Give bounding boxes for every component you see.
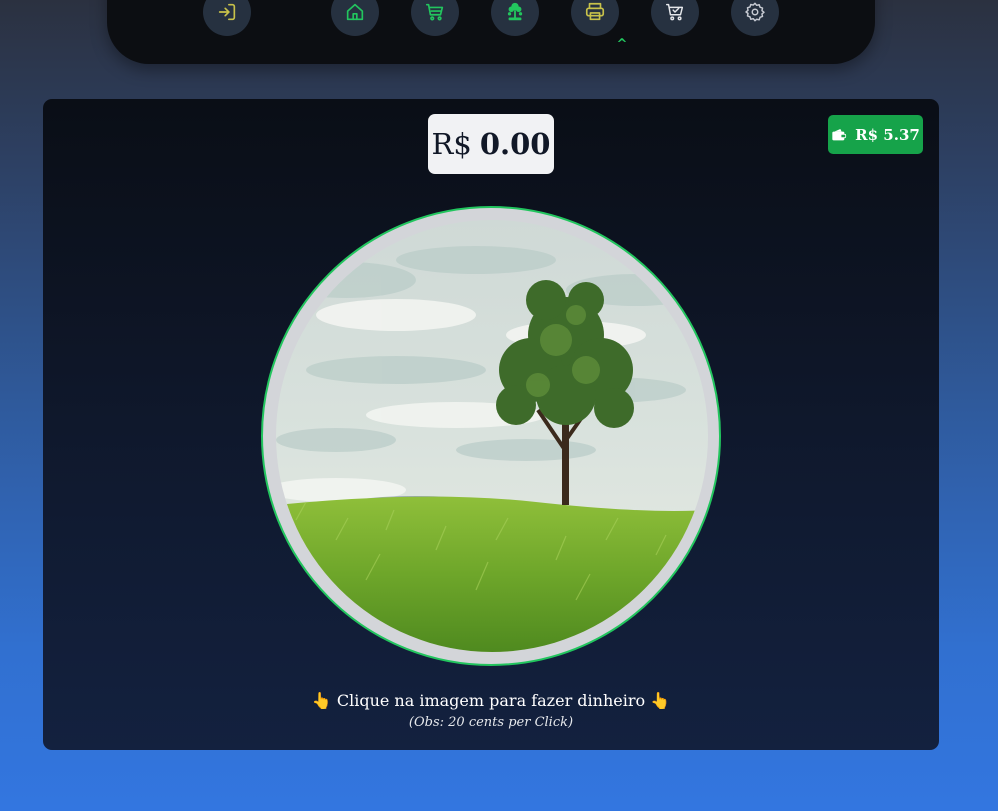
money-tree-icon [507,2,523,21]
cart-button[interactable] [411,0,459,36]
balance-value: 0.00 [479,127,551,161]
tree-landscape-image [276,220,708,652]
active-indicator: ^ [616,37,628,52]
click-rate-note: (Obs: 20 cents per Click) [408,715,574,730]
print-button[interactable] [571,0,619,36]
home-icon [346,3,364,21]
pointing-hand-icon: 👆 [650,691,671,710]
cart-check-icon [666,3,684,21]
top-navigation-bar: ^ [107,0,875,64]
printer-icon [585,2,605,21]
settings-button[interactable] [731,0,779,36]
logout-button[interactable] [203,0,251,36]
cart-icon [425,3,444,21]
home-button[interactable] [331,0,379,36]
wallet-balance-label: R$ 5.37 [855,125,920,144]
tree-click-image[interactable] [261,206,721,666]
cart-check-button[interactable] [651,0,699,36]
click-instruction: 👆 Clique na imagem para fazer dinheiro 👆 [43,691,939,710]
session-balance-display: R$ 0.00 [428,114,554,174]
pointing-hand-icon: 👆 [311,691,332,710]
balance-currency: R$ [431,127,472,161]
logout-icon [218,3,236,21]
click-instruction-text: Clique na imagem para fazer dinheiro [336,691,646,710]
wallet-icon [832,128,847,140]
wallet-balance-button[interactable]: R$ 5.37 [828,115,923,154]
gear-icon [745,2,765,22]
money-clicker-card: R$ 0.00 R$ 5.37 👆 Clique na imagem para … [43,99,939,750]
money-tree-button[interactable] [491,0,539,36]
